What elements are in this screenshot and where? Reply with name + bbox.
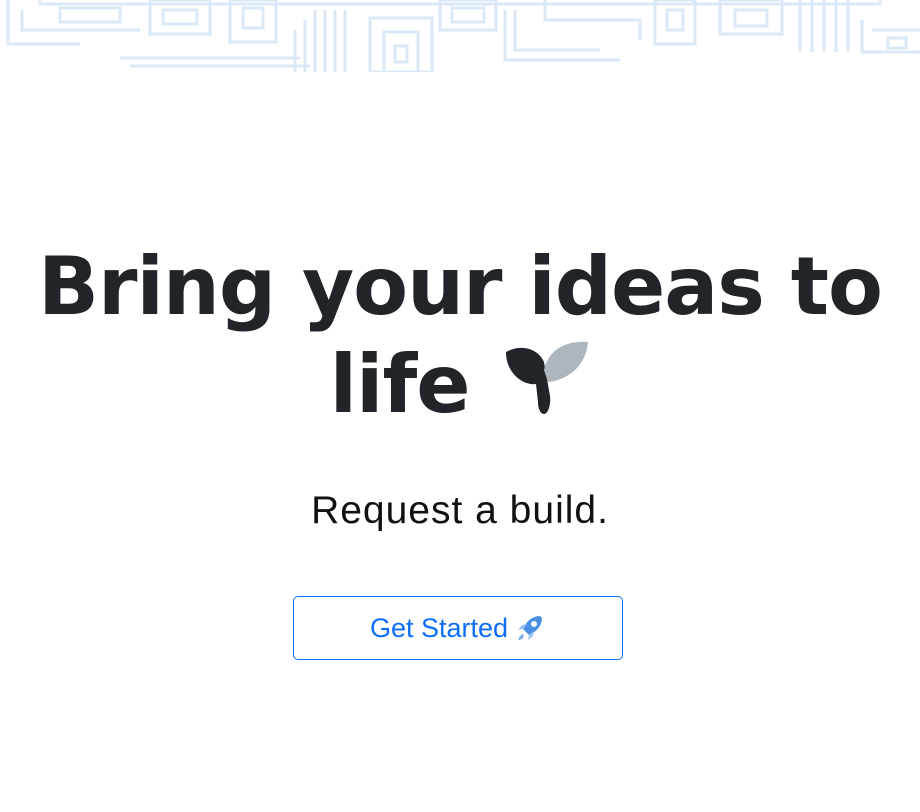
rocket-icon [518,616,543,640]
get-started-label: Get Started [369,612,509,643]
hero-headline: Bring your ideas to life [0,238,920,434]
get-started-button[interactable]: Get Started [293,596,623,660]
hero-section: Bring your ideas to life [0,238,920,434]
sprout-icon [506,341,589,414]
hero-headline-text: Bring your ideas to life [38,240,883,431]
hero-subheadline: Request a build. [311,489,609,532]
maze-pattern-decoration [6,0,920,72]
landing-page: Bring your ideas to life Request a build… [0,0,920,812]
